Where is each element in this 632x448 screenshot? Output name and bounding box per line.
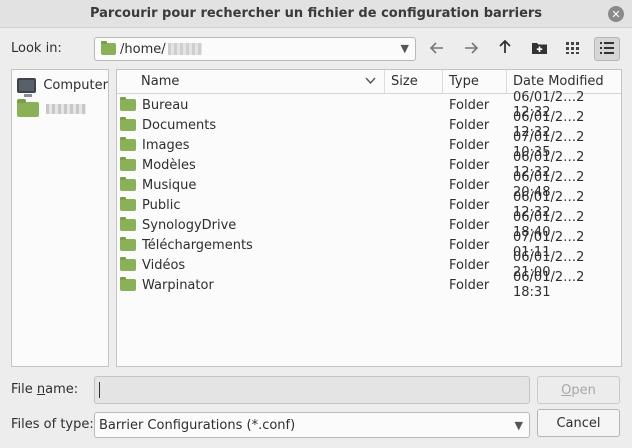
back-button[interactable]: [424, 37, 450, 61]
file-name: Téléchargements: [142, 237, 253, 253]
sidebar-item-label: Computer: [43, 77, 108, 93]
redacted-username: [46, 104, 86, 114]
list-view-icon: [600, 40, 614, 58]
list-view-button[interactable]: [594, 37, 620, 61]
file-type: Folder: [449, 177, 490, 193]
file-name: Documents: [142, 117, 217, 133]
up-button[interactable]: [492, 37, 518, 61]
arrow-left-icon: [429, 40, 444, 58]
folder-icon: [120, 277, 136, 291]
new-folder-button[interactable]: [526, 37, 552, 61]
sidebar-item-computer[interactable]: Computer: [12, 73, 108, 97]
cancel-button[interactable]: Cancel: [537, 409, 620, 437]
folder-icon: [120, 97, 136, 111]
path-text: /home/: [120, 41, 166, 57]
file-name: Public: [142, 197, 181, 213]
computer-icon: [17, 77, 37, 97]
table-row[interactable]: Warpinator Folder 06/01/2…2 18:31: [117, 270, 621, 300]
file-type: Folder: [449, 197, 490, 213]
column-header: Name Size Type Date Modified: [117, 70, 621, 94]
file-name: Vidéos: [142, 257, 186, 273]
folder-icon: [120, 197, 136, 211]
folder-icon: [17, 98, 39, 117]
file-type: Folder: [449, 237, 490, 253]
arrow-right-icon: [464, 40, 479, 58]
arrow-up-icon: [499, 39, 511, 58]
file-name-input[interactable]: [94, 376, 530, 404]
window-title: Parcourir pour rechercher un fichier de …: [89, 6, 543, 21]
file-name: Warpinator: [142, 277, 214, 293]
column-name-header[interactable]: Name: [117, 70, 385, 93]
file-name: Modèles: [142, 157, 196, 173]
open-button[interactable]: Open: [537, 376, 620, 404]
new-folder-icon: [531, 40, 547, 58]
file-type: Folder: [449, 97, 490, 113]
folder-icon: [120, 137, 136, 151]
file-type: Folder: [449, 157, 490, 173]
folder-icon: [101, 41, 116, 55]
places-sidebar: Computer: [11, 69, 109, 367]
redacted-username: [167, 43, 202, 55]
title-bar: Parcourir pour rechercher un fichier de …: [0, 0, 632, 28]
folder-icon: [120, 217, 136, 231]
chevron-down-icon: ▼: [514, 419, 523, 432]
folder-icon: [120, 177, 136, 191]
file-type: Folder: [449, 277, 490, 293]
file-type: Folder: [449, 217, 490, 233]
folder-icon: [120, 257, 136, 271]
grid-view-icon: [566, 40, 580, 58]
folder-icon: [120, 117, 136, 131]
files-of-type-label: Files of type:: [11, 417, 94, 432]
folder-icon: [120, 237, 136, 251]
column-size-header[interactable]: Size: [385, 70, 443, 93]
forward-button[interactable]: [458, 37, 484, 61]
file-name: SynologyDrive: [142, 217, 237, 233]
files-of-type-select[interactable]: Barrier Configurations (*.conf) ▼: [94, 412, 530, 438]
folder-icon: [120, 157, 136, 171]
file-name: Bureau: [142, 97, 189, 113]
text-caret: [99, 382, 100, 398]
file-date: 06/01/2…2 18:31: [513, 270, 585, 300]
column-type-header[interactable]: Type: [443, 70, 507, 93]
file-name: Images: [142, 137, 190, 153]
file-type: Folder: [449, 257, 490, 273]
sidebar-item-home[interactable]: [12, 97, 108, 121]
file-list: Name Size Type Date Modified Bureau Fold…: [116, 69, 622, 367]
look-in-label: Look in:: [11, 41, 62, 56]
file-type: Folder: [449, 117, 490, 133]
close-icon[interactable]: ✕: [608, 6, 624, 22]
column-date-header[interactable]: Date Modified: [507, 70, 621, 93]
file-type: Folder: [449, 137, 490, 153]
file-name: Musique: [142, 177, 197, 193]
file-name-label: File name:: [11, 382, 79, 397]
icon-view-button[interactable]: [560, 37, 586, 61]
chevron-down-icon: [365, 73, 376, 87]
files-of-type-value: Barrier Configurations (*.conf): [99, 417, 296, 433]
path-combo[interactable]: /home/ ▼: [94, 37, 416, 61]
chevron-down-icon: ▼: [400, 42, 409, 55]
